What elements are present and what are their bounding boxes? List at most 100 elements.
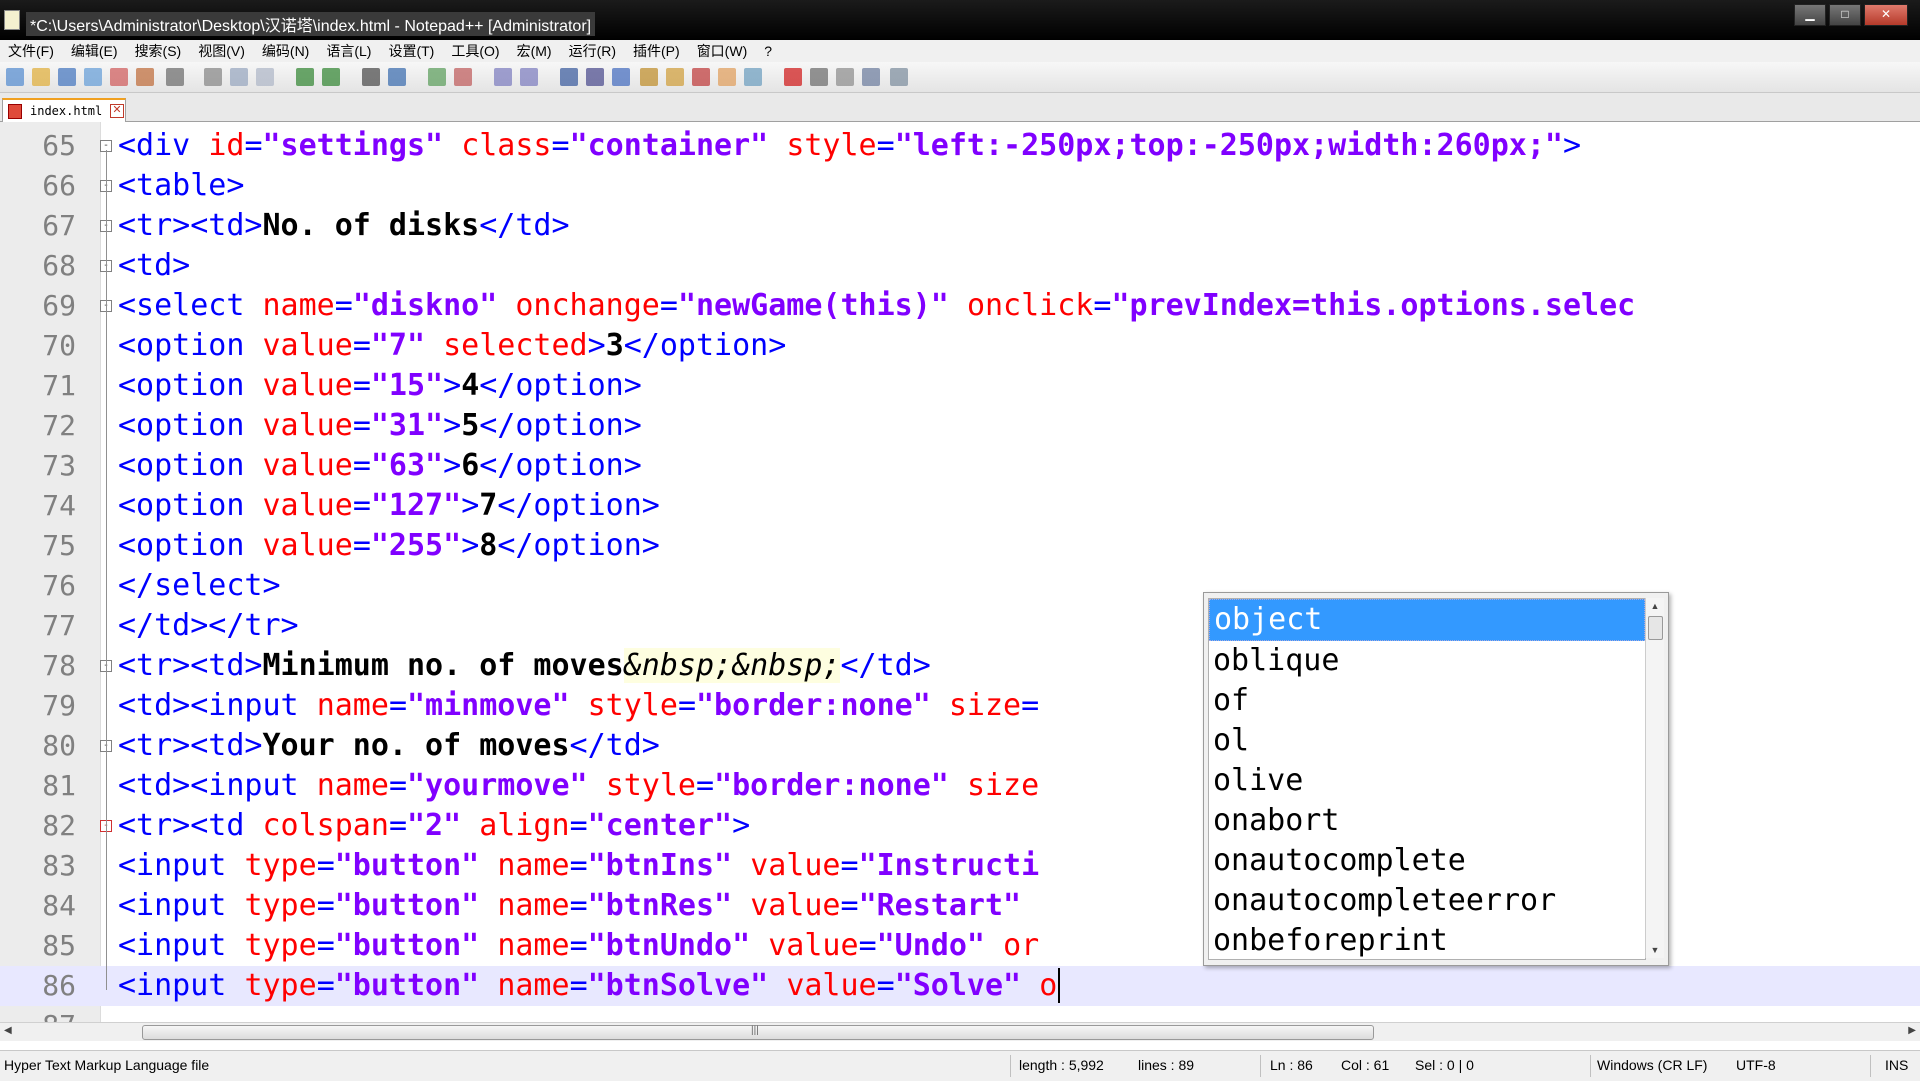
status-eol[interactable]: Windows (CR LF) (1597, 1057, 1707, 1073)
tab-close-icon[interactable]: ✕ (110, 104, 124, 118)
scroll-left-icon[interactable]: ◀ (4, 1025, 18, 1039)
sync-v-icon[interactable] (494, 68, 512, 86)
tab-index-html[interactable]: index.html ✕ (2, 98, 126, 122)
menu-tools[interactable]: 工具(O) (443, 41, 508, 61)
code-line[interactable]: 67-<tr><td>No. of disks</td> (0, 206, 1920, 246)
autocomplete-item[interactable]: onabort (1209, 801, 1645, 841)
code-line[interactable]: 75 <option value="255">8</option> (0, 526, 1920, 566)
wrap-icon[interactable] (560, 68, 578, 86)
code-token: <option (118, 408, 263, 443)
status-sel: Sel : 0 | 0 (1415, 1057, 1474, 1073)
sync-h-icon[interactable] (520, 68, 538, 86)
all-chars-icon[interactable] (586, 68, 604, 86)
doc-map-icon[interactable] (666, 68, 684, 86)
scroll-down-icon[interactable]: ▼ (1646, 942, 1664, 958)
close-all-icon[interactable] (136, 68, 154, 86)
code-line[interactable]: 69-<select name="diskno" onchange="newGa… (0, 286, 1920, 326)
zoom-in-icon[interactable] (428, 68, 446, 86)
notepad-app-icon[interactable] (4, 10, 20, 30)
code-token: 6 (461, 448, 480, 483)
menu-run[interactable]: 运行(R) (561, 41, 625, 61)
autocomplete-item[interactable]: object (1209, 599, 1645, 641)
code-line[interactable]: 72 <option value="31">5</option> (0, 406, 1920, 446)
autocomplete-item[interactable]: of (1209, 681, 1645, 721)
new-file-icon[interactable] (6, 68, 24, 86)
function-list-icon[interactable] (692, 68, 710, 86)
code-text: <option value="7" selected>3</option> (118, 326, 786, 366)
undo-icon[interactable] (296, 68, 314, 86)
scroll-right-icon[interactable]: ▶ (1902, 1025, 1916, 1039)
replace-icon[interactable] (388, 68, 406, 86)
zoom-out-icon[interactable] (454, 68, 472, 86)
horizontal-scrollbar[interactable]: ◀ ||| ▶ (0, 1022, 1920, 1041)
menu-macro[interactable]: 宏(M) (509, 41, 561, 61)
menu-plugins[interactable]: 插件(P) (625, 41, 689, 61)
save-all-icon[interactable] (84, 68, 102, 86)
status-encoding[interactable]: UTF-8 (1736, 1057, 1776, 1073)
print-icon[interactable] (166, 68, 184, 86)
udl-icon[interactable] (640, 68, 658, 86)
close-icon[interactable] (110, 68, 128, 86)
minimize-button[interactable]: ▁ (1794, 4, 1826, 26)
code-token: </td></tr> (118, 608, 299, 643)
code-editor[interactable]: 65- <div id="settings" class="container" … (0, 122, 1920, 1022)
code-line[interactable]: 74 <option value="127">7</option> (0, 486, 1920, 526)
status-mode[interactable]: INS (1885, 1057, 1908, 1073)
copy-icon[interactable] (230, 68, 248, 86)
scroll-up-icon[interactable]: ▲ (1646, 598, 1664, 614)
code-text: </td></tr> (118, 606, 299, 646)
line-number: 84 (42, 889, 76, 922)
menu-edit[interactable]: 编辑(E) (63, 41, 127, 61)
autocomplete-item[interactable]: olive (1209, 761, 1645, 801)
code-line[interactable]: 66-<table> (0, 166, 1920, 206)
maximize-button[interactable]: □ (1829, 4, 1861, 26)
autocomplete-popup[interactable]: object oblique of ol olive onabort onautocompl… (1203, 592, 1669, 966)
menu-window[interactable]: 窗口(W) (689, 41, 757, 61)
close-window-button[interactable]: ✕ (1864, 4, 1908, 26)
code-line[interactable]: 87 (0, 1006, 1920, 1022)
code-text: <option value="127">7</option> (118, 486, 660, 526)
save-macro-icon[interactable] (890, 68, 908, 86)
record-macro-icon[interactable] (784, 68, 802, 86)
play-macro-icon[interactable] (836, 68, 854, 86)
autocomplete-item[interactable]: onautocompleteerror (1209, 881, 1645, 921)
indent-guide-icon[interactable] (612, 68, 630, 86)
open-file-icon[interactable] (32, 68, 50, 86)
autocomplete-item[interactable]: onbeforeprint (1209, 921, 1645, 959)
monitor-icon[interactable] (744, 68, 762, 86)
find-icon[interactable] (362, 68, 380, 86)
code-line[interactable]: 86 <input type="button" name="btnSolve" v… (0, 966, 1920, 1006)
menu-help[interactable]: ? (756, 43, 781, 59)
folder-workspace-icon[interactable] (718, 68, 736, 86)
autocomplete-item[interactable]: oblique (1209, 641, 1645, 681)
cut-icon[interactable] (204, 68, 222, 86)
menu-language[interactable]: 语言(L) (318, 41, 380, 61)
code-token: > (461, 488, 480, 523)
menu-view[interactable]: 视图(V) (190, 41, 254, 61)
code-line[interactable]: 71 <option value="15">4</option> (0, 366, 1920, 406)
code-line[interactable]: 68-<td> (0, 246, 1920, 286)
code-line[interactable]: 73 <option value="63">6</option> (0, 446, 1920, 486)
code-token: </option> (479, 368, 642, 403)
menu-file[interactable]: 文件(F) (0, 41, 63, 61)
save-icon[interactable] (58, 68, 76, 86)
scroll-thumb[interactable] (1648, 616, 1663, 640)
autocomplete-list[interactable]: object oblique of ol olive onabort onautocompl… (1208, 598, 1646, 960)
menu-settings[interactable]: 设置(T) (380, 41, 443, 61)
autocomplete-item[interactable]: ol (1209, 721, 1645, 761)
stop-macro-icon[interactable] (810, 68, 828, 86)
code-token: 7 (479, 488, 498, 523)
code-line[interactable]: 65- <div id="settings" class="container" … (0, 126, 1920, 166)
autocomplete-scrollbar[interactable]: ▲ ▼ (1645, 598, 1664, 958)
horizontal-scroll-thumb[interactable]: ||| (142, 1025, 1374, 1040)
line-number: 71 (42, 369, 76, 402)
autocomplete-item[interactable]: onautocomplete (1209, 841, 1645, 881)
code-line[interactable]: 70 <option value="7" selected>3</option> (0, 326, 1920, 366)
paste-icon[interactable] (256, 68, 274, 86)
menu-encoding[interactable]: 编码(N) (254, 41, 318, 61)
run-macro-multiple-icon[interactable] (862, 68, 880, 86)
redo-icon[interactable] (322, 68, 340, 86)
menu-search[interactable]: 搜索(S) (127, 41, 191, 61)
